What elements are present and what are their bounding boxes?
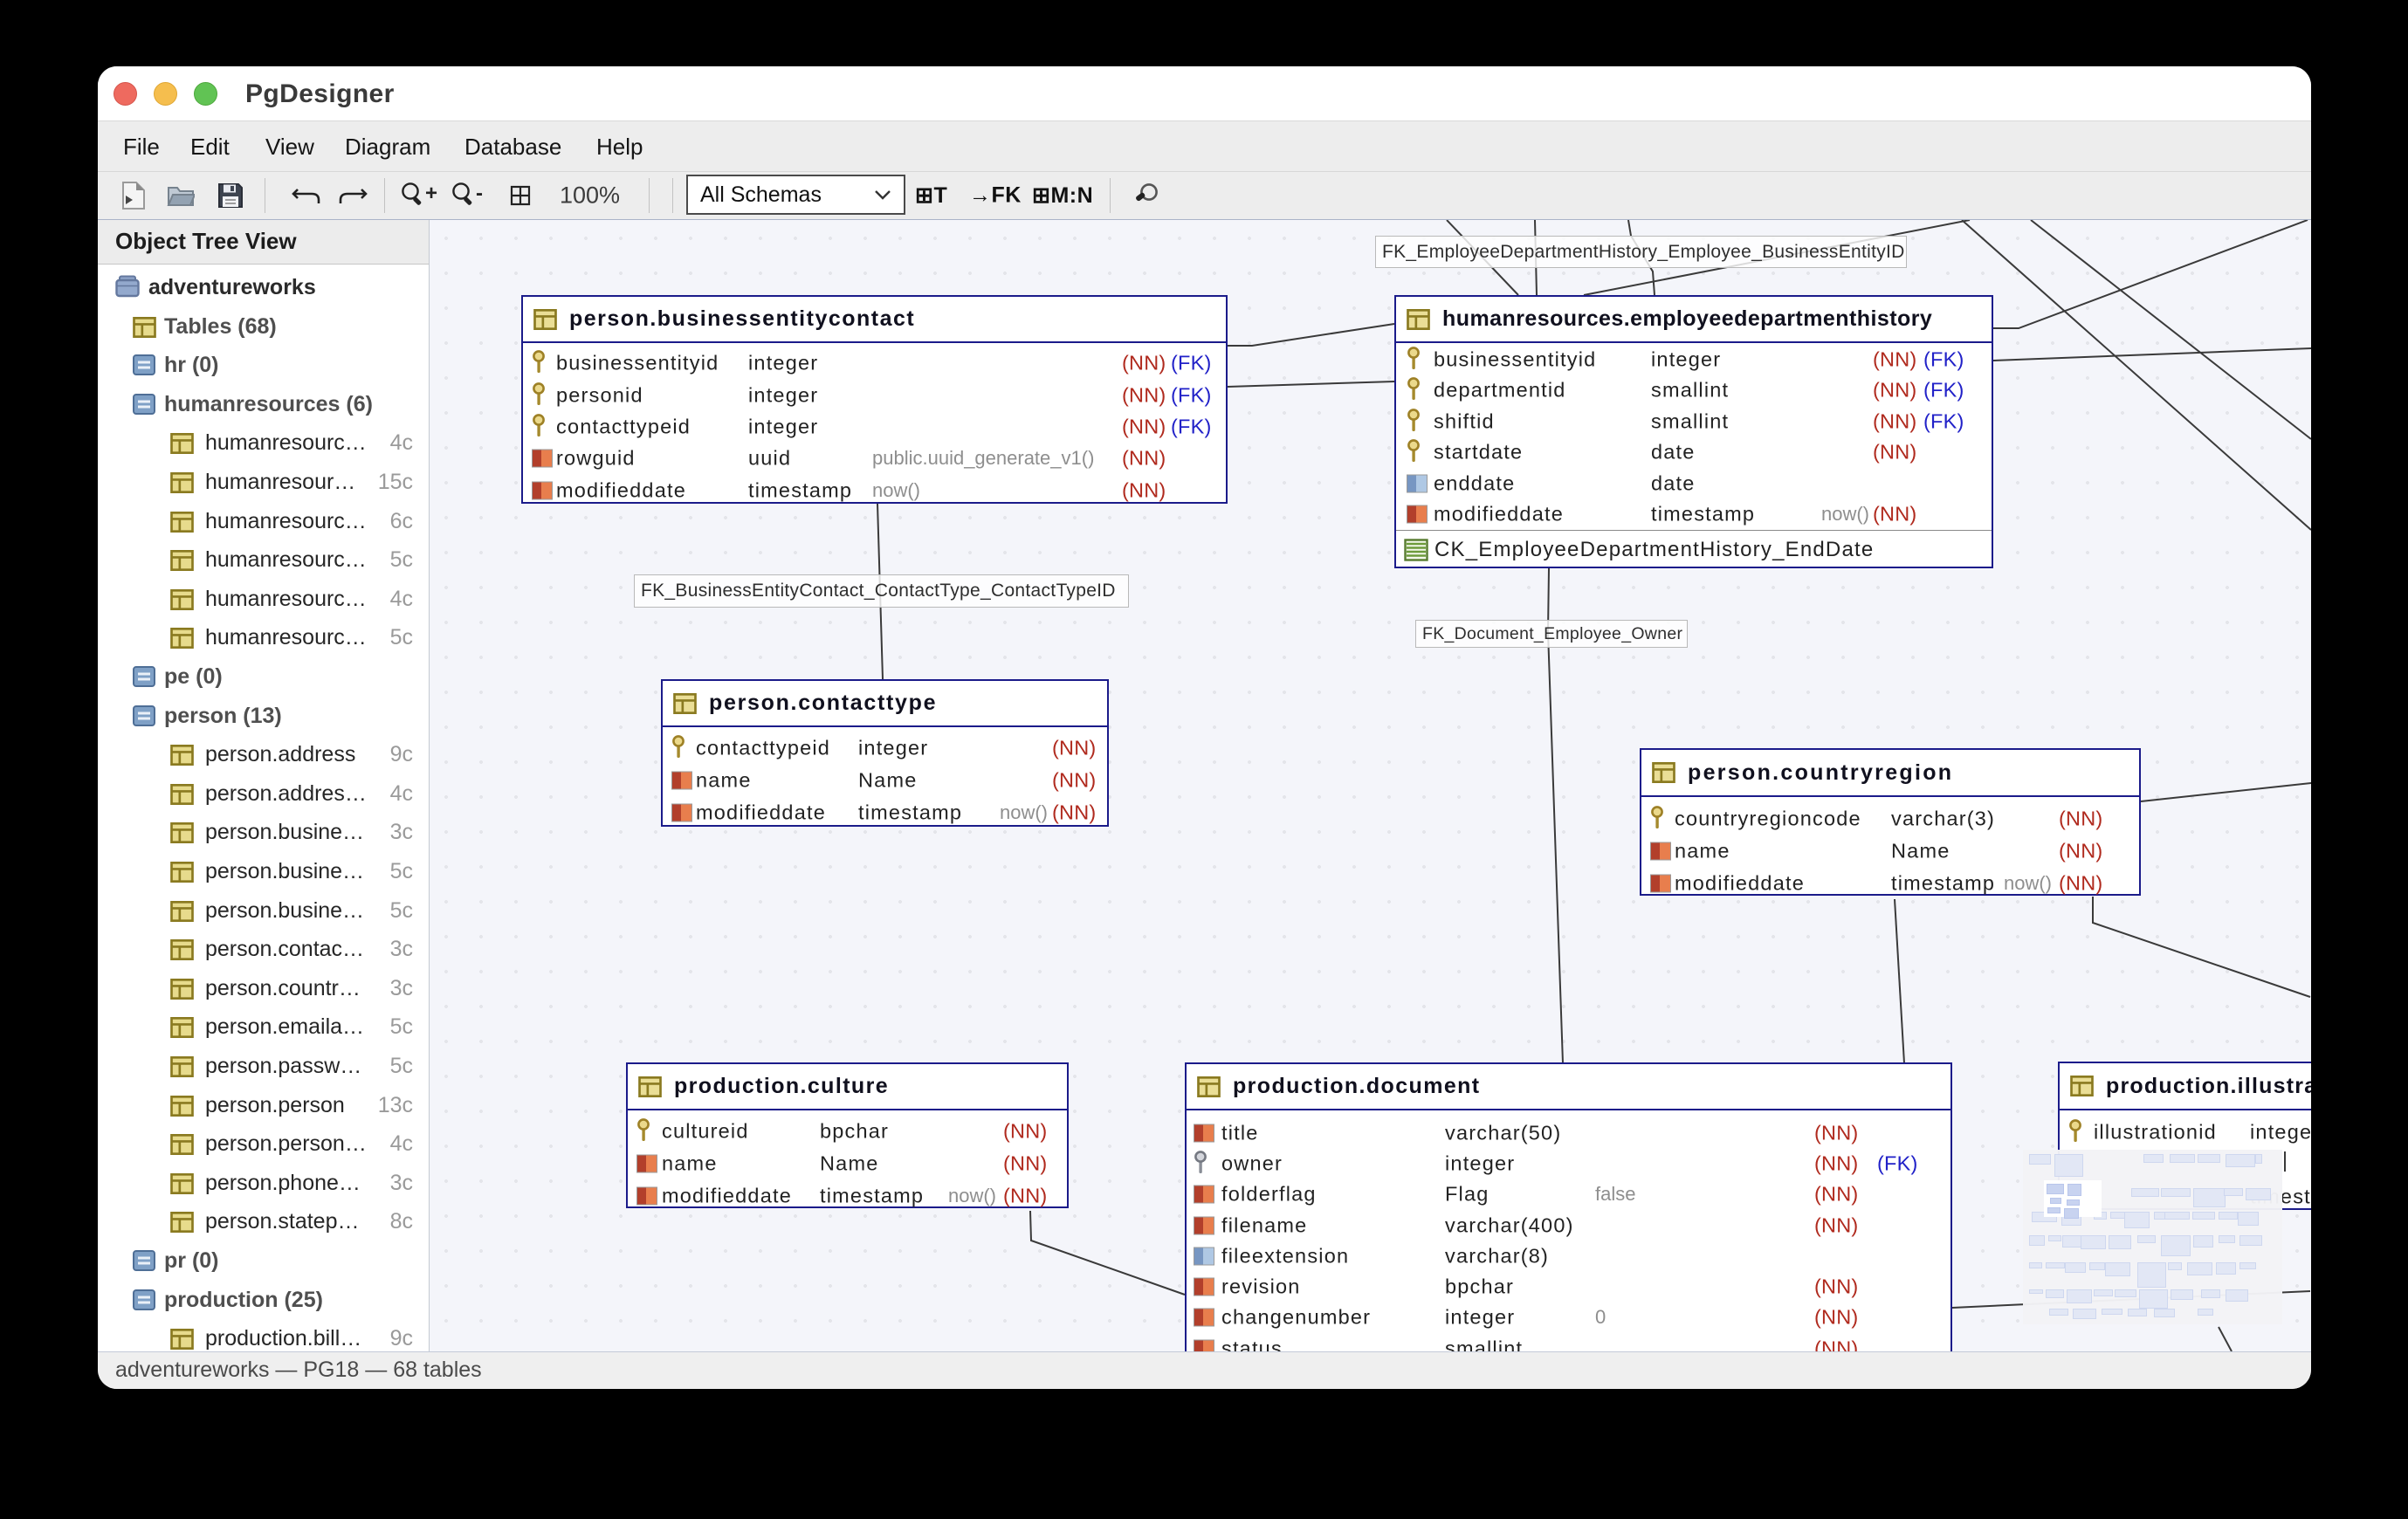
svg-text:-: - xyxy=(476,182,483,205)
svg-text:+: + xyxy=(425,182,437,205)
